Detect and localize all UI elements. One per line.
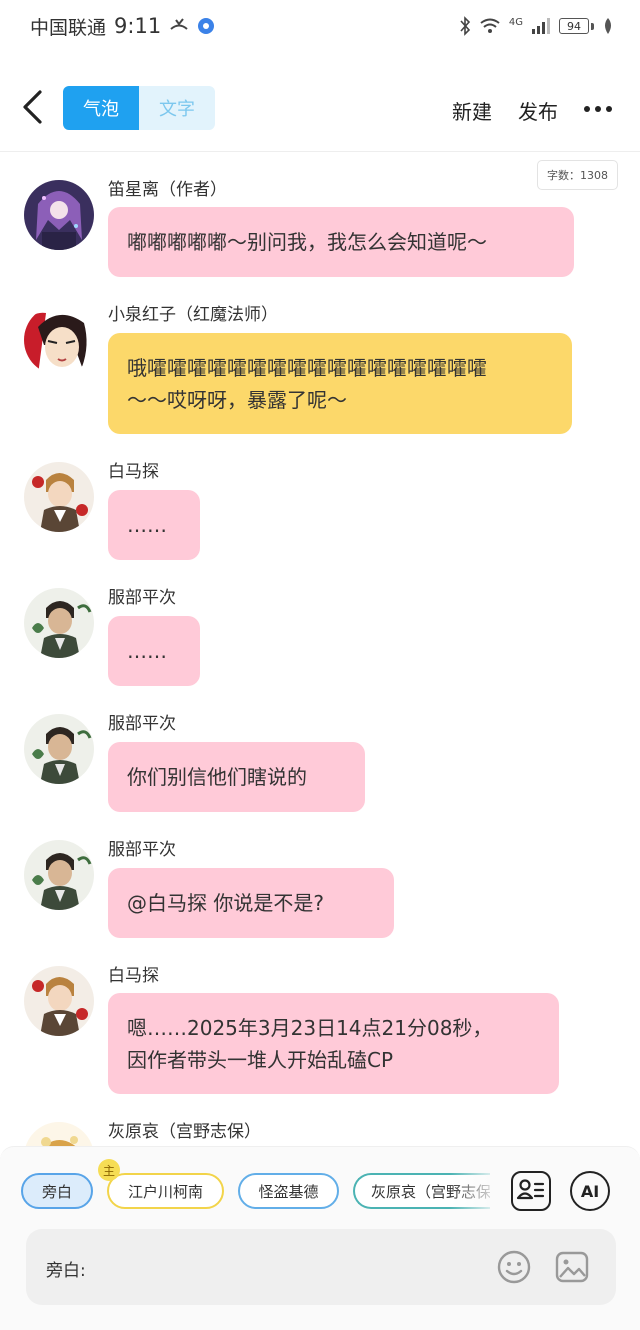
back-arrow-icon[interactable] — [20, 90, 46, 124]
message-bubble[interactable]: 嘟嘟嘟嘟嘟～别问我，我怎么会知道呢～ — [108, 207, 574, 277]
avatar[interactable] — [24, 840, 94, 910]
message-text: @白马探 你说是不是? — [127, 891, 324, 915]
message-bubble[interactable]: @白马探 你说是不是? — [108, 868, 394, 938]
message-bubble[interactable]: …… — [108, 616, 200, 686]
speaker-name: 服部平次 — [108, 840, 176, 860]
ai-label: AI — [580, 1181, 600, 1201]
tab-bubble[interactable]: 气泡 — [63, 86, 139, 130]
speaker-name: 小泉红子（红魔法师） — [108, 305, 278, 325]
speaker-name: 白马探 — [108, 462, 159, 482]
message-text: …… — [127, 639, 167, 663]
publish-button[interactable]: 发布 — [518, 96, 558, 125]
top-nav-bar: 气泡 文字 新建 发布 — [0, 60, 640, 152]
image-icon[interactable] — [554, 1249, 590, 1285]
role-chip-narration[interactable]: 旁白 — [21, 1173, 93, 1209]
word-count-badge: 字数：1308 — [537, 160, 618, 190]
speaker-name: 灰原哀（宫野志保） — [108, 1122, 261, 1142]
message-text: 你们别信他们瞎说的 — [127, 765, 307, 789]
emoji-icon[interactable] — [496, 1249, 532, 1285]
message-bubble[interactable]: 你们别信他们瞎说的 — [108, 742, 365, 812]
battery-level: 94 — [567, 19, 581, 33]
message-text-line: 嗯……2025年3月23日14点21分08秒， — [127, 1015, 493, 1040]
message-text-line: 哦嚯嚯嚯嚯嚯嚯嚯嚯嚯嚯嚯嚯嚯嚯嚯嚯嚯 — [127, 355, 487, 380]
wifi-icon — [480, 18, 500, 33]
avatar[interactable] — [24, 966, 94, 1036]
leaf-icon — [605, 18, 611, 34]
avatar[interactable] — [24, 1122, 94, 1146]
input-role-label: 旁白: — [46, 1261, 86, 1281]
bluetooth-icon — [460, 16, 470, 36]
role-chip-kid[interactable]: 怪盗基德 — [238, 1173, 339, 1209]
chat-list[interactable]: 字数：1308 笛星离（作者） 嘟嘟嘟嘟嘟～别问我，我怎么会知道呢～ 小泉红子（… — [0, 153, 640, 1146]
chip-fade — [450, 1169, 500, 1213]
main-role-badge: 主 — [98, 1159, 120, 1181]
speaker-name: 笛星离（作者） — [108, 180, 227, 200]
message-input-box: 旁白: — [26, 1229, 616, 1305]
avatar[interactable] — [24, 462, 94, 532]
speaker-name: 服部平次 — [108, 588, 176, 608]
role-chip-conan[interactable]: 江户川柯南 — [107, 1173, 224, 1209]
network-type: 4G — [508, 16, 523, 28]
speaker-name: 白马探 — [108, 966, 159, 986]
signal-icon — [532, 18, 550, 34]
avatar[interactable] — [24, 180, 94, 250]
app-notification-icon — [198, 18, 215, 34]
mode-switch: 气泡 文字 — [63, 86, 215, 130]
message-bubble[interactable]: …… — [108, 490, 200, 560]
message-text-line: 因作者带头一堆人开始乱磕CP — [127, 1047, 394, 1072]
message-text: 嘟嘟嘟嘟嘟～别问我，我怎么会知道呢～ — [127, 230, 487, 254]
role-manage-button[interactable] — [511, 1171, 551, 1211]
new-button[interactable]: 新建 — [452, 96, 492, 125]
message-input[interactable] — [96, 1249, 486, 1285]
avatar[interactable] — [24, 714, 94, 784]
message-text-line: ～～哎呀呀，暴露了呢～ — [127, 387, 347, 412]
message-text: …… — [127, 513, 167, 537]
avatar[interactable] — [24, 305, 94, 375]
tab-text[interactable]: 文字 — [139, 86, 215, 130]
ai-button[interactable]: AI — [570, 1171, 610, 1211]
carrier-name: 中国联通 — [30, 16, 107, 39]
message-bubble[interactable]: 嗯……2025年3月23日14点21分08秒， 因作者带头一堆人开始乱磕CP — [108, 993, 559, 1094]
status-bar: 中国联通 9:11 4G 94 — [0, 0, 640, 52]
avatar[interactable] — [24, 588, 94, 658]
clock-time: 9:11 — [114, 14, 162, 38]
missed-call-icon — [170, 18, 188, 30]
message-bubble[interactable]: 哦嚯嚯嚯嚯嚯嚯嚯嚯嚯嚯嚯嚯嚯嚯嚯嚯嚯 ～～哎呀呀，暴露了呢～ — [108, 333, 572, 434]
contact-card-icon — [516, 1179, 545, 1200]
speaker-name: 服部平次 — [108, 714, 176, 734]
more-options-icon[interactable] — [584, 106, 612, 112]
composer-panel: 旁白 主 江户川柯南 怪盗基德 灰原哀（宫野志保） AI 旁白: — [0, 1146, 640, 1330]
battery-icon: 94 — [559, 18, 589, 34]
